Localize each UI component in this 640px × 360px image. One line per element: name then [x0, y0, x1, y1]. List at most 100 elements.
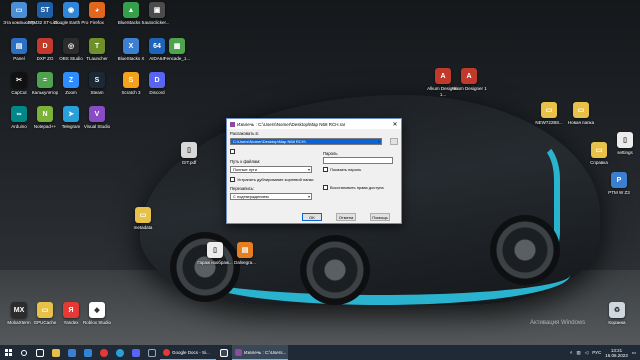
browse-button[interactable] [390, 138, 398, 145]
desktop-shortcut-label: Справка [590, 160, 608, 165]
checkbox-box[interactable] [230, 149, 235, 154]
windows-icon [4, 349, 12, 356]
ok-button[interactable]: OK [302, 213, 322, 221]
explorer-icon[interactable] [48, 345, 64, 360]
chevron-down-icon[interactable]: ▾ [378, 139, 380, 144]
clock[interactable]: 13:21 16.06.2023 [605, 348, 628, 358]
show-password-checkbox[interactable]: Показать пароль [323, 167, 361, 172]
folder-icon-4: ▭ [591, 142, 607, 158]
desktop-shortcut[interactable]: T TLauncher [78, 38, 116, 74]
wallpaper-car-wheel-rear [490, 215, 560, 285]
desktop-shortcut[interactable]: ▦ Fencade_1... [158, 38, 196, 74]
desktop-shortcut[interactable]: P PTM W Z3 [600, 172, 638, 208]
cancel-button[interactable]: Отмена [336, 213, 356, 221]
taskbar: Google Docs - Si... Извлечь : C:\Users..… [0, 345, 640, 360]
destination-path-field[interactable]: C:\Users\Nomer\Desktop\Map N68 RCH\ ▾ [230, 138, 382, 145]
overwrite-select[interactable]: С подтверждением ▾ [230, 193, 312, 200]
zoom-icon: Z [63, 72, 79, 88]
capcut-icon: ✂ [11, 72, 27, 88]
dialog-titlebar[interactable]: Извлечь : C:\Users\Nomer\Desktop\Map N68… [227, 119, 401, 129]
desktop-shortcut-label: Steam [90, 90, 104, 95]
app-icon[interactable] [216, 345, 232, 360]
chevron-down-icon[interactable]: ▾ [308, 167, 310, 172]
folder-icon-2: ▭ [541, 102, 557, 118]
bluestacks-icon: ▲ [123, 2, 139, 18]
checkbox-box[interactable] [323, 185, 328, 190]
moba-icon: MX [11, 302, 27, 318]
panel-icon: ▤ [11, 38, 27, 54]
extract-to-label: Распаковать в: [230, 131, 259, 136]
telegram-icon: ➤ [63, 106, 79, 122]
desktop-shortcut[interactable]: ▭ Новая папка [562, 102, 600, 138]
desktop-shortcut[interactable]: ♻ Корзина [598, 302, 636, 338]
obs-icon: ◎ [63, 38, 79, 54]
taskbar-app-browser[interactable]: Google Docs - Si... [160, 345, 216, 360]
stm-icon: ST [37, 2, 53, 18]
path-mode-select[interactable]: Полные пути ▾ [230, 166, 312, 173]
dxp-icon: D [37, 38, 53, 54]
store-icon[interactable] [64, 345, 80, 360]
desktop-shortcut-label: Altium Designer 1 [451, 86, 487, 91]
desktop-shortcut[interactable]: ▯ GIT.pdf [170, 142, 208, 178]
activation-watermark: Активация Windows [530, 320, 586, 326]
browser-icon [163, 348, 170, 356]
dialog-title: Извлечь : C:\Users\Nomer\Desktop\Map N68… [237, 121, 346, 127]
overwrite-value: С подтверждением [233, 194, 269, 199]
system-tray: ˄ ▥ ◁ РУС 13:21 16.06.2023 ▭ [570, 345, 636, 360]
desktop-shortcut[interactable]: V Visual Studio [78, 106, 116, 142]
desktop-shortcut-label: autoclicker... [144, 20, 170, 25]
checkbox-box[interactable] [230, 177, 235, 182]
autoclicker-icon: ▣ [149, 2, 165, 18]
desktop-shortcut[interactable]: ▭ metadata [124, 207, 162, 243]
mail-icon[interactable] [80, 345, 96, 360]
desktop-shortcut[interactable]: ◕ Firefox [78, 2, 116, 38]
password-input[interactable] [323, 157, 393, 164]
computer-icon: ▭ [11, 2, 27, 18]
notifications-icon[interactable]: ▭ [632, 350, 636, 356]
globe-icon: ◉ [63, 2, 79, 18]
firefox-icon: ◕ [89, 2, 105, 18]
desktop-shortcut-label: TLauncher [86, 56, 108, 61]
yandex-icon: Я [63, 302, 79, 318]
file-icon-2: ▯ [207, 242, 223, 258]
winrar-icon [230, 121, 235, 127]
task-view-icon[interactable] [32, 345, 48, 360]
close-icon[interactable]: ✕ [389, 119, 401, 129]
folder-icon: ▭ [37, 302, 53, 318]
discord-icon: D [149, 72, 165, 88]
chevron-down-icon[interactable]: ▾ [308, 194, 310, 199]
volume-icon[interactable]: ◁ [585, 350, 588, 356]
search-icon[interactable] [16, 345, 32, 360]
password-label: Пароль [323, 151, 338, 156]
start-button[interactable] [0, 345, 16, 360]
ptm-icon: P [611, 172, 627, 188]
desktop-shortcut[interactable]: ▤ Dalsegra... [226, 242, 264, 278]
desktop-shortcut[interactable]: ▣ autoclicker... [138, 2, 176, 38]
desktop-shortcut-label: Discord [149, 90, 165, 95]
desktop-shortcut-label: PTM W Z3 [608, 190, 630, 195]
wallpaper-car-wheel-mid [300, 235, 370, 305]
desktop-shortcut[interactable]: ◆ Roblox Studio [78, 302, 116, 338]
taskbar-app-extract[interactable]: Извлечь : C:\Users... [232, 345, 288, 360]
option-checkbox[interactable] [230, 149, 235, 154]
scratch-icon: S [123, 72, 139, 88]
telegram-icon[interactable] [112, 345, 128, 360]
steam-icon[interactable] [144, 345, 160, 360]
chevron-up-icon[interactable]: ˄ [570, 350, 573, 355]
help-button[interactable]: Помощь [370, 213, 390, 221]
checkbox-box[interactable] [323, 167, 328, 172]
file-icon: ▯ [617, 132, 633, 148]
language-indicator[interactable]: РУС [592, 350, 601, 355]
desktop-shortcut[interactable]: A Altium Designer 1 [450, 68, 488, 104]
network-icon[interactable]: ▥ [576, 350, 580, 356]
desktop-shortcut-label: Firefox [90, 20, 104, 25]
desktop-shortcut[interactable]: S Steam [78, 72, 116, 108]
restore-security-checkbox[interactable]: Восстановить права доступа [323, 185, 384, 190]
desktop-shortcut-label: Fencade_1... [163, 56, 191, 61]
discord-icon[interactable] [128, 345, 144, 360]
eliminate-dup-checkbox[interactable]: Устранить дублирование корневой папки [230, 177, 314, 182]
desktop-shortcut[interactable]: D Discord [138, 72, 176, 108]
folder-icon-3: ▭ [573, 102, 589, 118]
chrome-icon[interactable] [96, 345, 112, 360]
roblox-icon: ◆ [89, 302, 105, 318]
